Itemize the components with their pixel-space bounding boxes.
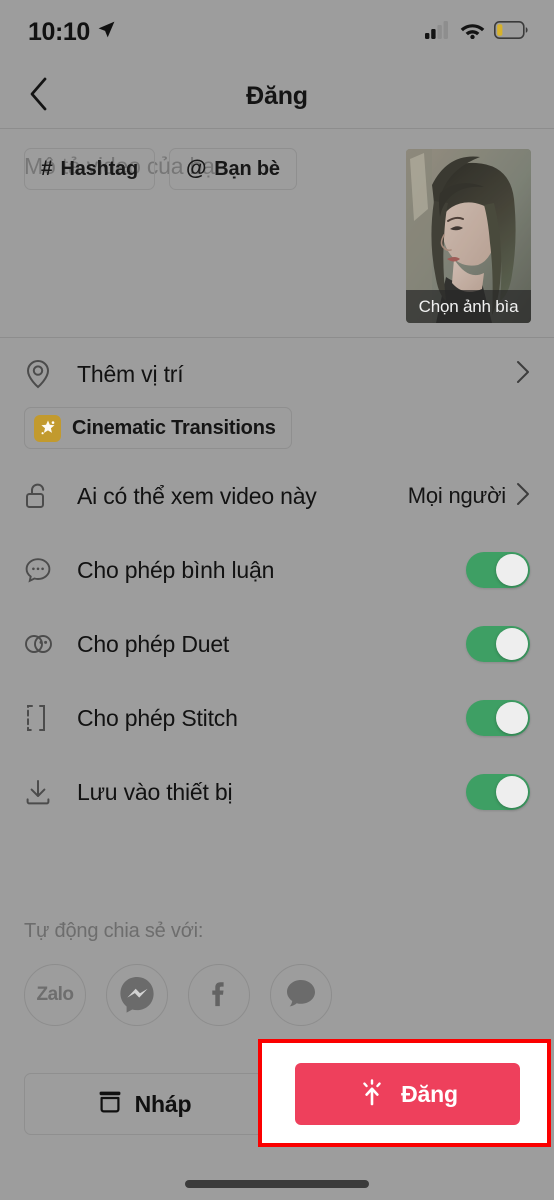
annotation-highlight-box: Đăng: [258, 1039, 551, 1147]
cellular-signal-icon: [425, 20, 451, 44]
unlock-icon: [24, 481, 58, 511]
at-mention-icon: @: [186, 157, 207, 180]
share-sms-button[interactable]: [270, 964, 332, 1026]
cinematic-transitions-wrap: Cinematic Transitions: [0, 407, 554, 449]
save-to-device-row[interactable]: Lưu vào thiết bị: [0, 755, 554, 829]
auto-share-title: Tự động chia sẻ với:: [24, 920, 204, 942]
toggle-knob: [496, 628, 528, 660]
share-facebook-button[interactable]: [188, 964, 250, 1026]
status-bar-right: [425, 20, 528, 44]
hashtag-button[interactable]: # Hashtag: [24, 148, 155, 190]
allow-stitch-toggle[interactable]: [466, 700, 530, 736]
toggle-knob: [496, 776, 528, 808]
share-messenger-button[interactable]: [106, 964, 168, 1026]
mention-friends-button[interactable]: @ Bạn bè: [169, 148, 297, 190]
phone-screen: 10:10 Đăng Mô tả video của bạn # Hashtag…: [0, 0, 554, 1200]
location-arrow-icon: [97, 20, 116, 44]
allow-stitch-row[interactable]: Cho phép Stitch: [0, 681, 554, 755]
zalo-icon: Zalo: [36, 984, 74, 1005]
status-time: 10:10: [28, 17, 90, 46]
privacy-label: Ai có thể xem video này: [77, 482, 317, 509]
hashtag-icon: #: [41, 157, 53, 180]
upload-sparkle-icon: [357, 1077, 387, 1112]
share-zalo-button[interactable]: Zalo: [24, 964, 86, 1026]
allow-comments-label: Cho phép bình luận: [77, 556, 275, 583]
stitch-bracket-icon: [24, 703, 58, 733]
post-label: Đăng: [401, 1080, 458, 1107]
auto-share-section: Tự động chia sẻ với: Zalo: [0, 920, 554, 1026]
cinematic-transitions-button[interactable]: Cinematic Transitions: [24, 407, 292, 449]
allow-stitch-label: Cho phép Stitch: [77, 704, 238, 731]
allow-duet-toggle[interactable]: [466, 626, 530, 662]
add-location-row[interactable]: Thêm vị trí: [0, 337, 554, 411]
home-indicator: [185, 1180, 369, 1188]
description-chip-row: # Hashtag @ Bạn bè: [24, 148, 297, 190]
messenger-icon: [117, 973, 157, 1018]
back-chevron-icon: [27, 76, 49, 117]
chevron-right-icon: [516, 482, 530, 511]
toggle-knob: [496, 554, 528, 586]
allow-comments-row[interactable]: Cho phép bình luận: [0, 533, 554, 607]
post-button[interactable]: Đăng: [295, 1063, 520, 1125]
mention-friends-label: Bạn bè: [214, 157, 280, 180]
download-icon: [24, 778, 58, 806]
allow-duet-row[interactable]: Cho phép Duet: [0, 607, 554, 681]
comment-bubble-icon: [24, 556, 58, 584]
status-bar-left: 10:10: [28, 18, 116, 47]
wifi-icon: [460, 21, 485, 44]
back-button[interactable]: [18, 76, 58, 116]
add-location-label: Thêm vị trí: [77, 360, 184, 387]
draft-label: Nháp: [134, 1090, 192, 1117]
sparkle-badge-icon: [34, 414, 61, 442]
privacy-row[interactable]: Ai có thể xem video này Mọi người: [0, 459, 554, 533]
cover-label: Chọn ảnh bìa: [406, 290, 531, 323]
duet-circles-icon: [24, 632, 58, 656]
settings-list: Thêm vị trí Cinematic Transitions Ai có …: [0, 337, 554, 829]
facebook-icon: [201, 975, 237, 1016]
page-header: Đăng: [0, 64, 554, 128]
archive-box-icon: [97, 1089, 123, 1120]
status-bar: 10:10: [0, 0, 554, 64]
privacy-value: Mọi người: [407, 483, 506, 508]
page-title: Đăng: [246, 81, 308, 110]
cinematic-transitions-label: Cinematic Transitions: [72, 416, 276, 439]
chevron-right-icon: [516, 360, 530, 389]
allow-duet-label: Cho phép Duet: [77, 630, 230, 657]
allow-comments-toggle[interactable]: [466, 552, 530, 588]
location-pin-icon: [24, 359, 58, 389]
toggle-knob: [496, 702, 528, 734]
hashtag-label: Hashtag: [60, 157, 138, 180]
battery-low-icon: [494, 20, 528, 44]
message-bubble-icon: [283, 976, 319, 1015]
save-to-device-label: Lưu vào thiết bị: [77, 778, 233, 805]
auto-share-icon-row: Zalo: [24, 964, 530, 1026]
draft-button[interactable]: Nháp: [24, 1073, 264, 1135]
save-to-device-toggle[interactable]: [466, 774, 530, 810]
cover-thumbnail[interactable]: Chọn ảnh bìa: [406, 149, 531, 323]
